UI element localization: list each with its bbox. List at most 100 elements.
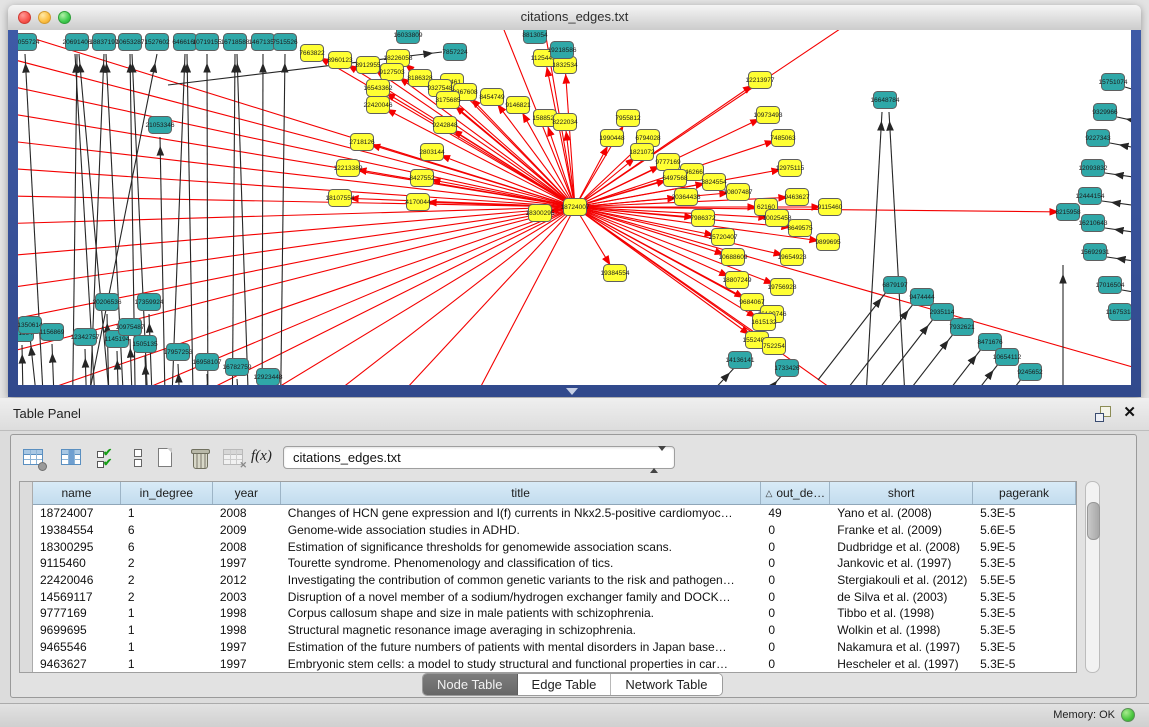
graph-node[interactable]: 10719155: [193, 34, 222, 51]
graph-node[interactable]: 19756928: [768, 279, 797, 296]
function-builder-icon[interactable]: f(x): [251, 448, 272, 465]
graph-node[interactable]: 12923448: [254, 369, 283, 386]
citation-network-graph[interactable]: 1872400718300295896012389129551822605891…: [18, 30, 1131, 385]
graph-node[interactable]: 9245652: [1017, 364, 1043, 381]
tab-node-table[interactable]: Node Table: [423, 674, 518, 695]
citation-edge-black[interactable]: [1125, 87, 1131, 100]
graph-node[interactable]: 12093832: [1079, 160, 1108, 177]
table-cell[interactable]: 0: [761, 523, 830, 537]
citation-edge-red[interactable]: [18, 165, 575, 207]
graph-node[interactable]: 16033809: [394, 30, 423, 44]
column-header-name[interactable]: name: [33, 482, 121, 504]
table-cell[interactable]: Hescheler et al. (1997): [830, 657, 973, 671]
table-row[interactable]: 1830029562008Estimation of significance …: [33, 538, 1076, 555]
table-cell[interactable]: 6: [121, 523, 213, 537]
citation-edge-black[interactable]: [953, 378, 1022, 385]
table-cell[interactable]: 5.3E-5: [973, 506, 1076, 520]
citation-edge-black[interactable]: [1105, 173, 1131, 182]
column-header-in_degree[interactable]: in_degree: [121, 482, 213, 504]
tab-edge-table[interactable]: Edge Table: [518, 674, 612, 695]
table-cell[interactable]: 18724007: [33, 506, 121, 520]
graph-node[interactable]: 16718588: [221, 34, 250, 51]
graph-node[interactable]: 15720407: [709, 229, 738, 246]
table-cell[interactable]: 49: [761, 506, 830, 520]
graph-node[interactable]: 9463627: [784, 189, 810, 206]
table-cell[interactable]: 0: [761, 556, 830, 570]
graph-node[interactable]: 12975115: [776, 160, 805, 177]
citation-edge-black[interactable]: [237, 379, 242, 385]
table-row[interactable]: 1938455462009Genome-wide association stu…: [33, 522, 1076, 539]
graph-node[interactable]: 11675314: [1106, 304, 1131, 321]
graph-node[interactable]: 6879197: [882, 277, 908, 294]
graph-node[interactable]: 10653287: [116, 34, 145, 51]
graph-node[interactable]: 17016504: [1096, 277, 1125, 294]
graph-node[interactable]: 7955812: [615, 110, 641, 127]
citation-edge-black[interactable]: [889, 112, 908, 385]
table-cell[interactable]: 1998: [213, 606, 281, 620]
citation-edge-black[interactable]: [865, 318, 934, 385]
graph-node[interactable]: 8649575: [787, 220, 813, 237]
graph-node[interactable]: 20691406: [63, 34, 92, 51]
graph-node[interactable]: 16648784: [871, 92, 900, 109]
table-settings-icon[interactable]: [21, 445, 47, 471]
graph-node[interactable]: 9777169: [655, 154, 681, 171]
citation-edge-black[interactable]: [207, 374, 210, 385]
graph-node[interactable]: 8471676: [977, 334, 1003, 351]
network-canvas[interactable]: 1872400718300295896012389129551822605891…: [18, 30, 1131, 385]
column-header-out_de[interactable]: △out_de…: [761, 482, 830, 504]
table-cell[interactable]: 2012: [213, 573, 281, 587]
graph-node[interactable]: 19218586: [548, 42, 577, 59]
memory-status-icon[interactable]: [1121, 708, 1135, 722]
graph-node[interactable]: 6497568: [662, 170, 688, 187]
graph-node[interactable]: 9146821: [505, 97, 531, 114]
table-cell[interactable]: 5.9E-5: [973, 540, 1076, 554]
graph-node[interactable]: 7986372: [690, 210, 716, 227]
citation-edge-black[interactable]: [207, 54, 208, 385]
citation-edge-black[interactable]: [262, 54, 263, 385]
table-cell[interactable]: 22420046: [33, 573, 121, 587]
graph-node[interactable]: 752254: [763, 338, 786, 355]
graph-node[interactable]: 7663822: [299, 45, 325, 62]
graph-node[interactable]: 4170044: [405, 194, 431, 211]
graph-node[interactable]: 3824554: [701, 174, 727, 191]
delete-table-icon[interactable]: [187, 445, 213, 471]
citation-edge-black[interactable]: [658, 366, 736, 385]
citation-edge-black[interactable]: [885, 333, 954, 385]
graph-node[interactable]: 10807487: [724, 184, 753, 201]
graph-node[interactable]: 1615132: [751, 314, 777, 331]
graph-node[interactable]: 7515526: [272, 34, 298, 51]
table-cell[interactable]: 1: [121, 657, 213, 671]
graph-node[interactable]: 1990448: [599, 130, 625, 147]
table-cell[interactable]: Nakamura et al. (1997): [830, 640, 973, 654]
table-row[interactable]: 946362711997Embryonic stem cells: a mode…: [33, 655, 1076, 672]
table-cell[interactable]: Tourette syndrome. Phenomenology and cla…: [281, 556, 762, 570]
table-row[interactable]: 911546021997Tourette syndrome. Phenomeno…: [33, 555, 1076, 572]
graph-node[interactable]: 14136141: [726, 352, 755, 369]
table-cell[interactable]: 18300295: [33, 540, 121, 554]
table-cell[interactable]: 5.5E-5: [973, 573, 1076, 587]
table-row[interactable]: 1872400712008Changes of HCN gene express…: [33, 505, 1076, 522]
table-cell[interactable]: 9777169: [33, 606, 121, 620]
graph-node[interactable]: 15692931: [1081, 244, 1110, 261]
window-titlebar[interactable]: citations_edges.txt: [8, 5, 1141, 31]
citation-edge-black[interactable]: [913, 348, 982, 385]
citation-edge-black[interactable]: [1122, 290, 1131, 298]
table-cell[interactable]: Genome-wide association studies in ADHD.: [281, 523, 762, 537]
graph-node[interactable]: 10654112: [993, 349, 1022, 366]
table-cell[interactable]: 2: [121, 590, 213, 604]
table-cell[interactable]: 5.3E-5: [973, 623, 1076, 637]
graph-node[interactable]: 8454749: [479, 89, 505, 106]
graph-node[interactable]: 8912955: [355, 57, 381, 74]
table-row[interactable]: 2242004622012Investigating the contribut…: [33, 572, 1076, 589]
graph-node[interactable]: 9329966: [1092, 104, 1118, 121]
table-cell[interactable]: 5.3E-5: [973, 606, 1076, 620]
graph-node[interactable]: 8960123: [327, 52, 353, 69]
citation-edge-black[interactable]: [1102, 201, 1131, 210]
table-cell[interactable]: Changes of HCN gene expression and I(f) …: [281, 506, 762, 520]
table-cell[interactable]: 6: [121, 540, 213, 554]
citation-edge-red[interactable]: [18, 207, 575, 295]
graph-node[interactable]: 16210643: [1079, 215, 1108, 232]
table-cell[interactable]: 0: [761, 657, 830, 671]
splitter-grip-icon[interactable]: [566, 388, 578, 395]
graph-node[interactable]: 21053346: [146, 117, 175, 134]
